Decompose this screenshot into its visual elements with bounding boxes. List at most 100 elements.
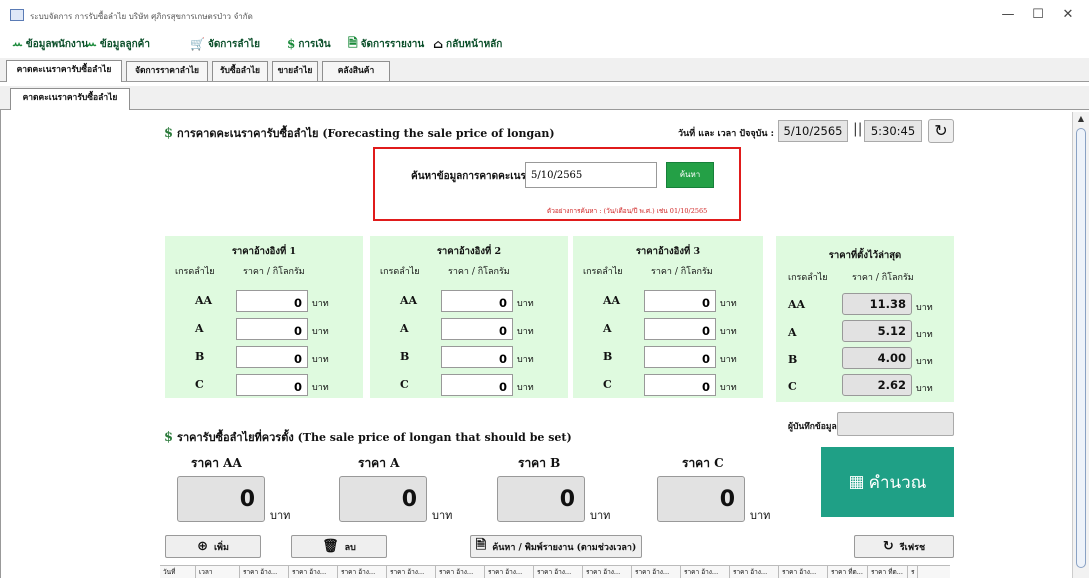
- table-column-header[interactable]: ราคา อ้าง...: [387, 566, 436, 578]
- ref3-c-input[interactable]: [644, 374, 716, 396]
- dollar-icon: $: [164, 126, 174, 141]
- table-column-header[interactable]: เวลา: [196, 566, 240, 578]
- latest-a-value: 5.12: [842, 320, 912, 342]
- unit-label: บาท: [720, 355, 737, 365]
- table-column-header[interactable]: ราคา อ้าง...: [730, 566, 779, 578]
- table-column-header[interactable]: ราคา อ้าง...: [485, 566, 534, 578]
- window-titlebar: ระบบจัดการ การรับซื้อลำไย บริษัท ศุภิกรส…: [0, 0, 1089, 32]
- ref1-c-input[interactable]: [236, 374, 308, 396]
- ref2-c-input[interactable]: [441, 374, 513, 396]
- refresh-button[interactable]: ↻ รีเฟรช: [854, 535, 954, 558]
- menu-customers[interactable]: ꕀ ข้อมูลลูกค้า: [86, 36, 150, 52]
- delete-button[interactable]: 🗑 ลบ: [291, 535, 387, 558]
- table-column-header[interactable]: ราคา ที่ต...: [828, 566, 868, 578]
- vertical-scrollbar[interactable]: ▲: [1072, 112, 1089, 578]
- table-column-header[interactable]: ราคา อ้าง...: [681, 566, 730, 578]
- unit-label: บาท: [916, 303, 933, 313]
- should-set-heading-text: ราคารับซื้อลำไยที่ควรตั้ง (The sale pric…: [177, 431, 572, 444]
- grade-label: C: [400, 378, 409, 391]
- ref3-b-input[interactable]: [644, 346, 716, 368]
- add-button[interactable]: ⊕ เพิ่ม: [165, 535, 261, 558]
- unit-label: บาท: [312, 355, 329, 365]
- menu-employees[interactable]: ꕀ ข้อมูลพนักงาน: [12, 36, 88, 52]
- tab-manage-price[interactable]: จัดการราคาลำไย: [126, 61, 208, 81]
- table-column-header[interactable]: ร: [908, 566, 918, 578]
- unit-label: บาท: [720, 327, 737, 337]
- table-column-header[interactable]: วันที่: [160, 566, 196, 578]
- search-print-report-button[interactable]: 🗎 ค้นหา / พิมพ์รายงาน (ตามช่วงเวลา): [470, 535, 642, 558]
- price-a-label: ราคา A: [358, 456, 400, 470]
- search-date-input[interactable]: [525, 162, 657, 188]
- unit-label: บาท: [916, 384, 933, 394]
- price-a-value: 0: [339, 476, 427, 522]
- menu-home-label: กลับหน้าหลัก: [446, 38, 503, 50]
- current-time: 5:30:45: [864, 120, 922, 142]
- unit-label: บาท: [517, 355, 534, 365]
- price-c-label: ราคา C: [682, 456, 724, 470]
- tab-sell[interactable]: ขายลำไย: [272, 61, 318, 81]
- table-column-header[interactable]: ราคา อ้าง...: [338, 566, 387, 578]
- tab-buy[interactable]: รับซื้อลำไย: [212, 61, 268, 81]
- ref2-b-input[interactable]: [441, 346, 513, 368]
- history-table-header: วันที่ เวลา ราคา อ้าง... ราคา อ้าง... รา…: [160, 565, 950, 578]
- grade-header: เกรดลำไย: [175, 267, 215, 277]
- table-column-header[interactable]: ราคา อ้าง...: [583, 566, 632, 578]
- recorder-field: [837, 412, 954, 436]
- grade-label: A: [788, 326, 797, 339]
- window-title: ระบบจัดการ การรับซื้อลำไย บริษัท ศุภิกรส…: [30, 12, 253, 21]
- recorder-label: ผู้บันทึกข้อมูล :: [788, 422, 843, 432]
- ref3-aa-input[interactable]: [644, 290, 716, 312]
- table-column-header[interactable]: ราคา อ้าง...: [779, 566, 828, 578]
- unit-label: บาท: [750, 509, 771, 522]
- unit-label: บาท: [720, 383, 737, 393]
- home-icon: ⌂: [433, 37, 444, 51]
- tab-warehouse[interactable]: คลังสินค้า: [322, 61, 390, 81]
- refresh-clock-icon[interactable]: ↻: [928, 119, 954, 143]
- menu-finance[interactable]: $ การเงิน: [287, 36, 331, 52]
- minimize-button[interactable]: —: [994, 4, 1022, 26]
- ref1-b-input[interactable]: [236, 346, 308, 368]
- menu-finance-label: การเงิน: [298, 38, 331, 50]
- grade-label: C: [195, 378, 204, 391]
- table-column-header[interactable]: ราคา อ้าง...: [436, 566, 485, 578]
- table-column-header[interactable]: ราคา อ้าง...: [240, 566, 289, 578]
- unit-label: บาท: [720, 299, 737, 309]
- menu-reports[interactable]: 🗎 จัดการรายงาน: [348, 36, 424, 52]
- grade-label: AA: [603, 294, 621, 307]
- grade-label: A: [603, 322, 612, 335]
- menu-home[interactable]: ⌂ กลับหน้าหลัก: [433, 36, 502, 52]
- maximize-button[interactable]: ☐: [1024, 4, 1052, 26]
- refresh-icon: ↻: [882, 539, 894, 554]
- grade-header: เกรดลำไย: [380, 267, 420, 277]
- unit-label: บาท: [517, 327, 534, 337]
- trash-icon: 🗑: [322, 539, 339, 554]
- unit-label: บาท: [312, 383, 329, 393]
- ref2-aa-input[interactable]: [441, 290, 513, 312]
- ref3-a-input[interactable]: [644, 318, 716, 340]
- tab-forecast[interactable]: คาดคะเนราคารับซื้อลำไย: [6, 60, 122, 82]
- search-button[interactable]: ค้นหา: [666, 162, 714, 188]
- grade-label: C: [603, 378, 612, 391]
- ref1-a-input[interactable]: [236, 318, 308, 340]
- menu-manage-longan[interactable]: 🛒 จัดการลำไย: [190, 36, 260, 52]
- latest-c-value: 2.62: [842, 374, 912, 396]
- subtab-forecast[interactable]: คาดคะเนราคารับซื้อลำไย: [10, 88, 130, 110]
- calculate-button[interactable]: ▦ คำนวณ: [821, 447, 954, 517]
- scroll-thumb[interactable]: [1076, 128, 1086, 568]
- table-column-header[interactable]: ราคา อ้าง...: [632, 566, 681, 578]
- reference-title: ราคาอ้างอิงที่ 2: [436, 246, 502, 257]
- reference-title: ราคาอ้างอิงที่ 3: [635, 246, 701, 257]
- scroll-up-icon[interactable]: ▲: [1073, 112, 1089, 126]
- grade-label: B: [788, 353, 798, 366]
- table-column-header[interactable]: ราคา อ้าง...: [289, 566, 338, 578]
- ref2-a-input[interactable]: [441, 318, 513, 340]
- cart-icon: 🛒: [190, 37, 205, 51]
- forecast-heading-text: การคาดคะเนราคารับซื้อลำไย (Forecasting t…: [177, 127, 555, 140]
- table-column-header[interactable]: ราคา อ้าง...: [534, 566, 583, 578]
- report-icon: 🗎: [348, 35, 358, 50]
- price-aa-value: 0: [177, 476, 265, 522]
- ref1-aa-input[interactable]: [236, 290, 308, 312]
- table-column-header[interactable]: ราคา ที่ต...: [868, 566, 908, 578]
- close-button[interactable]: ✕: [1054, 4, 1082, 26]
- price-b-label: ราคา B: [518, 456, 561, 470]
